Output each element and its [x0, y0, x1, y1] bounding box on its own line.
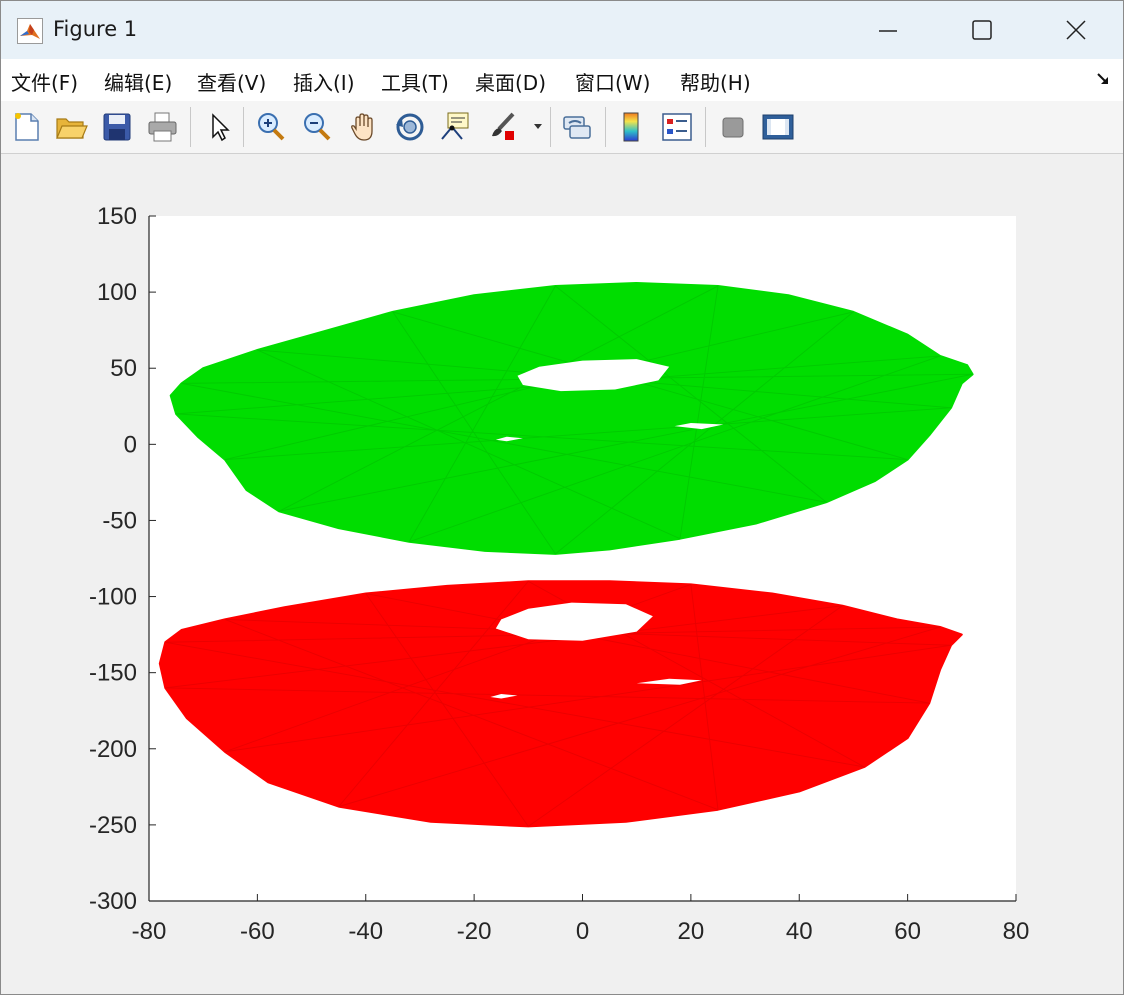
dock-figure-icon[interactable] [1095, 71, 1111, 87]
menu-bar: 文件(F) 编辑(E) 查看(V) 插入(I) 工具(T) 桌面(D) 窗口(W… [1, 59, 1123, 102]
x-tick-label: 40 [786, 918, 813, 945]
y-tick-label: -100 [89, 584, 137, 611]
x-tick-label: 20 [678, 918, 705, 945]
matlab-logo-icon [17, 18, 43, 44]
data-cursor-button[interactable] [438, 109, 474, 145]
link-plot-button[interactable] [559, 109, 595, 145]
menu-desktop[interactable]: 桌面(D) [475, 67, 546, 96]
insert-legend-button[interactable] [659, 109, 695, 145]
y-tick-label: -150 [89, 660, 137, 687]
maximize-icon [972, 20, 992, 40]
menu-view[interactable]: 查看(V) [197, 67, 266, 96]
y-tick-label: 0 [124, 431, 137, 458]
new-figure-button[interactable] [9, 109, 45, 145]
colorbar-icon [623, 112, 639, 142]
rotate-icon [396, 113, 424, 141]
close-button[interactable] [1029, 1, 1123, 59]
pointer-arrow-icon [212, 113, 230, 142]
close-icon [1066, 20, 1086, 40]
legend-icon [662, 113, 692, 141]
save-figure-button[interactable] [99, 109, 135, 145]
figure-window: Figure 1 文件(F) 编辑(E) 查看(V) 插入(I) 工具(T) 桌… [0, 0, 1124, 995]
y-tick-label: -250 [89, 812, 137, 839]
toolbar-separator [550, 107, 551, 147]
menu-insert[interactable]: 插入(I) [293, 67, 355, 96]
edit-plot-button[interactable] [201, 109, 237, 145]
x-tick-label: -40 [348, 918, 383, 945]
show-plot-tools-button[interactable] [760, 109, 796, 145]
toolbar-separator [243, 107, 244, 147]
toolbar-separator [605, 107, 606, 147]
menu-file[interactable]: 文件(F) [11, 67, 78, 96]
x-tick-label: 0 [576, 918, 589, 945]
new-document-icon [15, 113, 39, 141]
y-tick-label: -50 [102, 507, 137, 534]
x-tick-label: -60 [240, 918, 275, 945]
zoom-out-button[interactable] [299, 109, 335, 145]
menu-tools[interactable]: 工具(T) [381, 67, 449, 96]
x-tick-label: -80 [132, 918, 167, 945]
floppy-disk-icon [103, 113, 131, 141]
brush-dropdown-button[interactable] [531, 109, 545, 145]
brush-icon [492, 112, 515, 140]
figure-toolbar [1, 101, 1123, 154]
y-tick-label: 100 [97, 279, 137, 306]
hide-plot-tools-button[interactable] [715, 109, 751, 145]
zoom-in-icon [258, 113, 285, 141]
maximize-button[interactable] [935, 1, 1029, 59]
x-tick-label: -20 [457, 918, 492, 945]
toolbar-separator [190, 107, 191, 147]
y-tick-label: 150 [97, 203, 137, 230]
y-tick-label: -200 [89, 736, 137, 763]
link-icon [563, 116, 591, 139]
open-file-button[interactable] [53, 109, 89, 145]
zoom-out-icon [304, 113, 331, 141]
title-bar[interactable]: Figure 1 [1, 1, 1123, 59]
rotate-3d-button[interactable] [392, 109, 428, 145]
minimize-button[interactable] [841, 1, 935, 59]
x-tick-label: 60 [894, 918, 921, 945]
toolbar-separator [705, 107, 706, 147]
menu-help[interactable]: 帮助(H) [680, 67, 751, 96]
menu-window[interactable]: 窗口(W) [575, 67, 650, 96]
y-tick-label: 50 [110, 355, 137, 382]
pan-button[interactable] [346, 109, 382, 145]
insert-colorbar-button[interactable] [614, 109, 650, 145]
figure-canvas[interactable]: -80 -60 -40 -20 0 20 40 60 80 150 100 50 0 -50 -100 -15… [1, 154, 1123, 994]
folder-open-icon [56, 118, 88, 139]
window-title: Figure 1 [53, 17, 138, 41]
printer-icon [148, 112, 177, 142]
zoom-in-button[interactable] [253, 109, 289, 145]
minimize-icon [879, 30, 897, 32]
data-tip-icon [441, 112, 469, 140]
show-tools-icon [762, 114, 794, 140]
brush-button[interactable] [485, 109, 521, 145]
print-figure-button[interactable] [145, 109, 181, 145]
hide-tools-icon [722, 117, 744, 138]
chevron-down-icon [534, 124, 542, 129]
y-tick-label: -300 [89, 888, 137, 915]
axes-plot[interactable]: -80 -60 -40 -20 0 20 40 60 80150100500-50-100-15… [1, 154, 1123, 994]
x-tick-label: 80 [1003, 918, 1030, 945]
hand-icon [351, 113, 373, 141]
menu-edit[interactable]: 编辑(E) [104, 67, 172, 96]
